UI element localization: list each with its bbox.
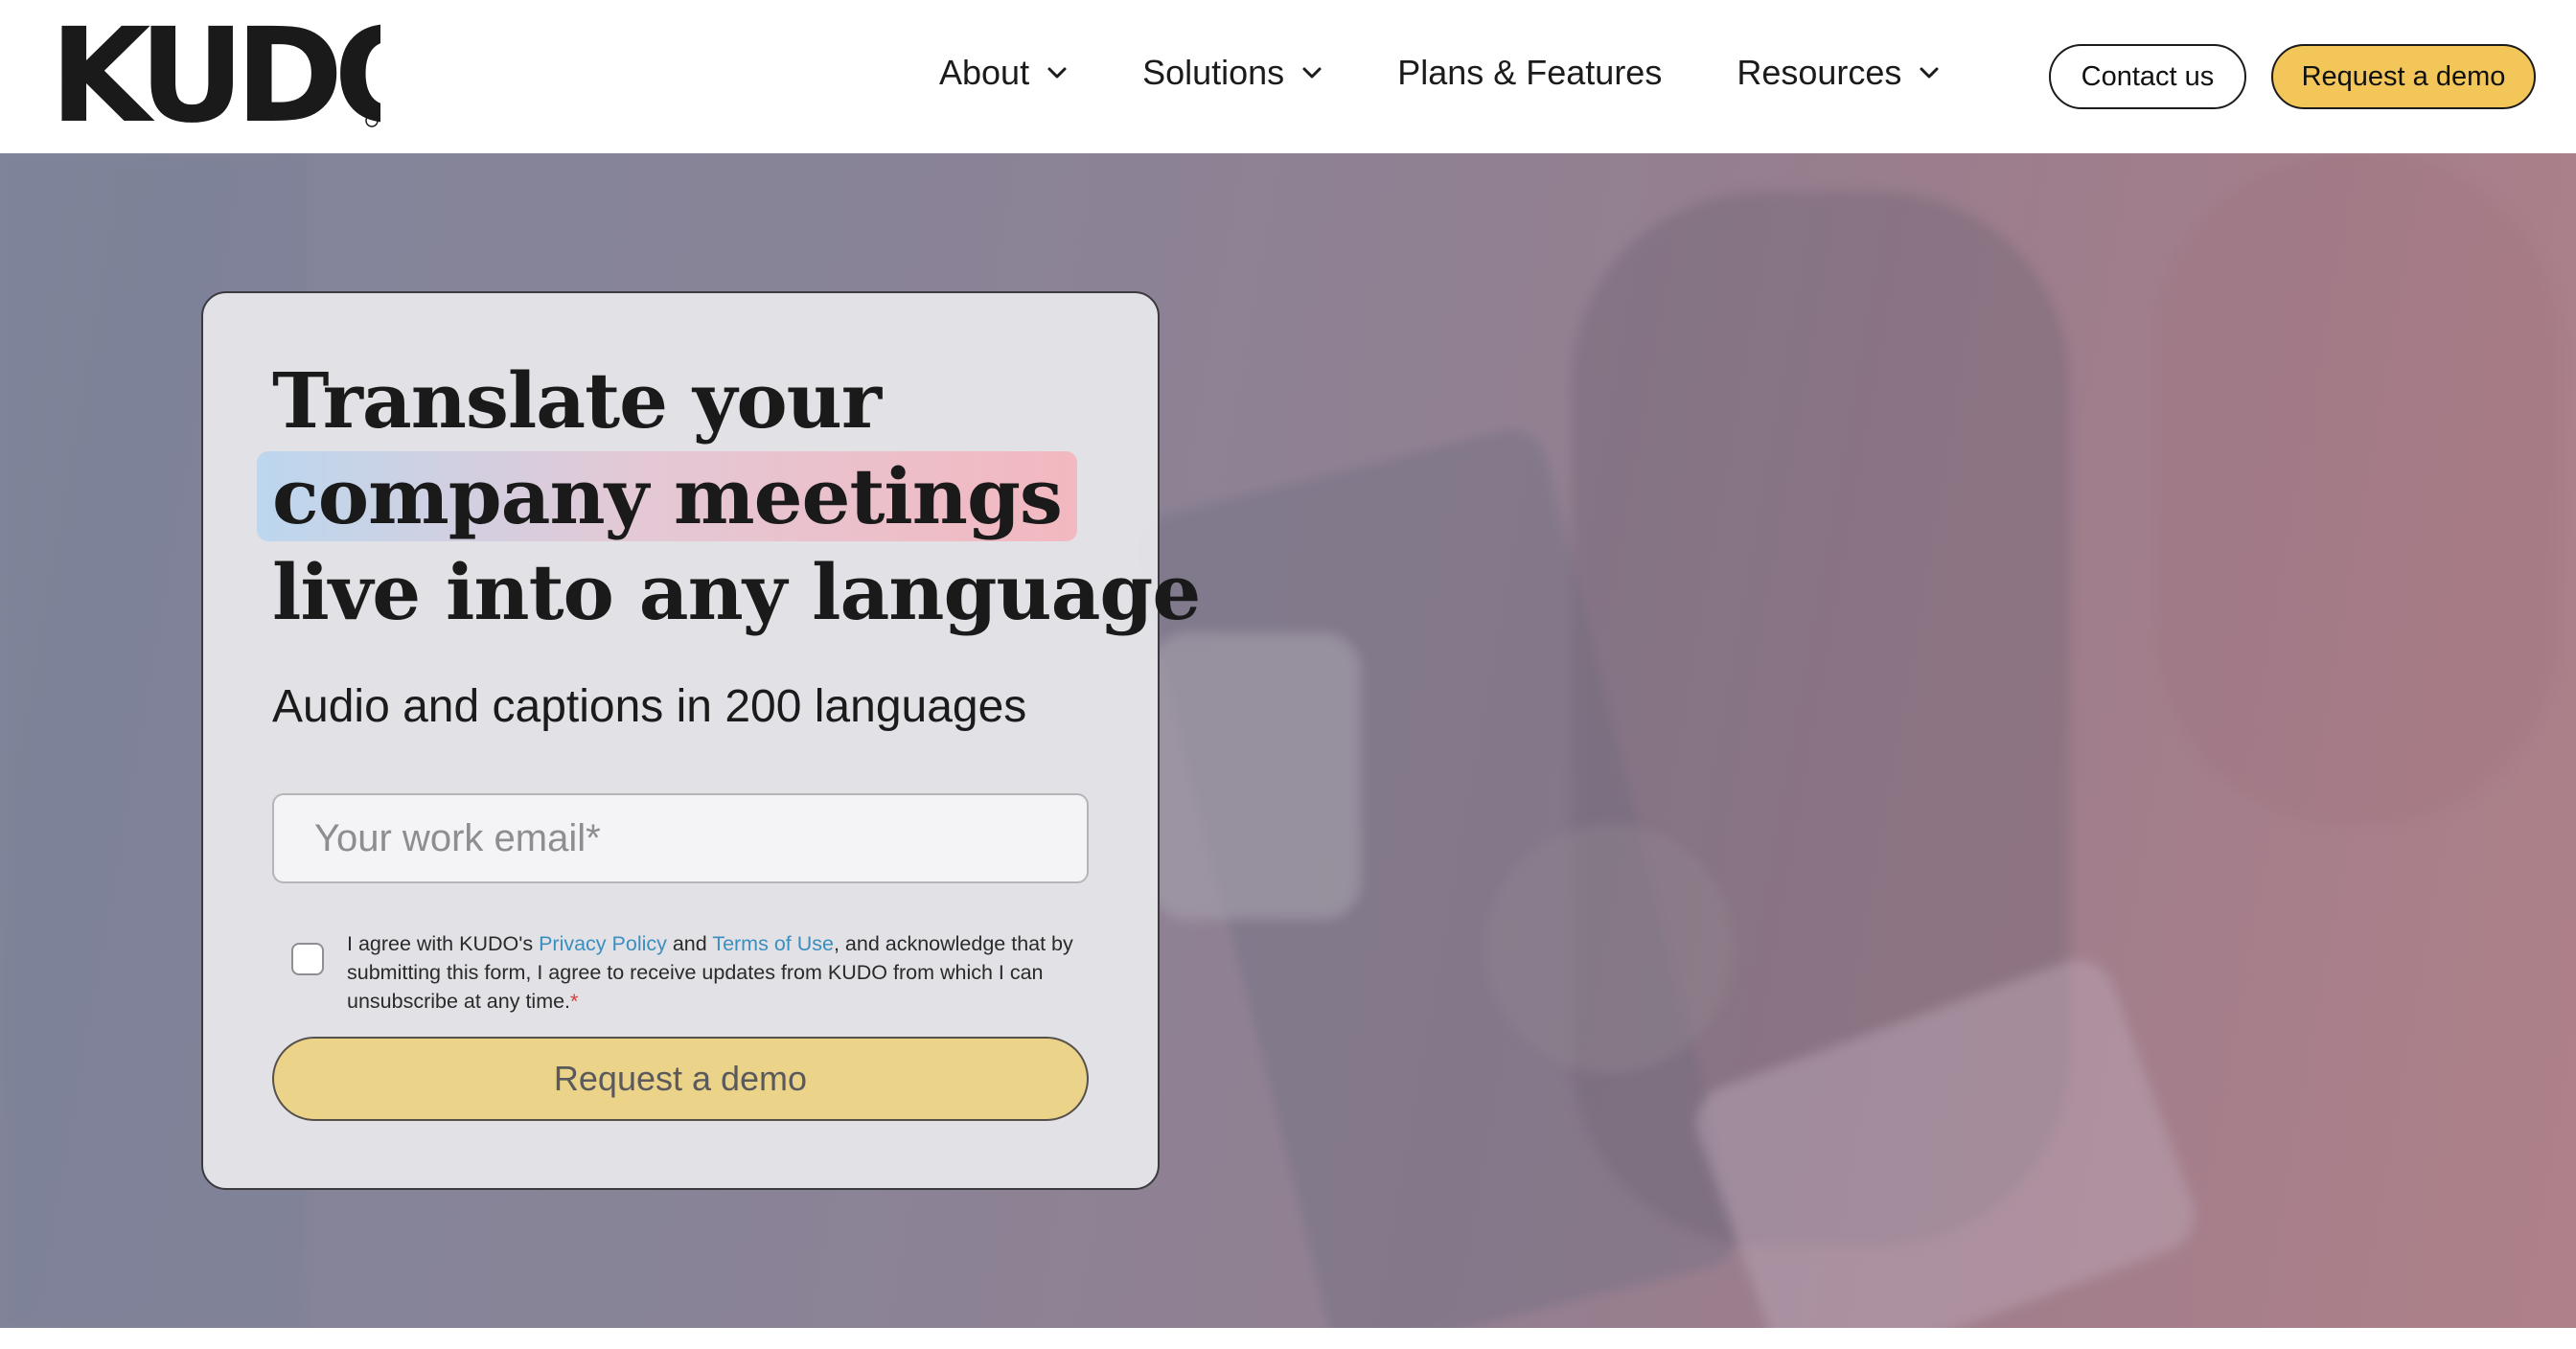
nav-item-resources-label: Resources — [1736, 53, 1902, 92]
nav-item-about[interactable]: About — [939, 53, 1068, 93]
hero-subheadline: Audio and captions in 200 languages — [272, 681, 1027, 732]
nav-item-solutions-label: Solutions — [1142, 53, 1285, 92]
consent-text-and: and — [666, 932, 713, 955]
chevron-down-icon — [1920, 67, 1939, 79]
nav-item-plans-features[interactable]: Plans & Features — [1397, 53, 1662, 93]
nav-item-about-label: About — [939, 53, 1030, 92]
request-demo-header-button[interactable]: Request a demo — [2271, 44, 2536, 109]
hero-section: Translate your company meetings live int… — [0, 153, 2576, 1328]
logo-wordmark: KUDO — [50, 21, 380, 128]
headline-highlight: company meetings — [257, 451, 1077, 541]
request-demo-submit-button[interactable]: Request a demo — [272, 1037, 1089, 1121]
kudo-logo-mark: KUDO — [50, 21, 380, 128]
main-nav: About Solutions Plans & Features Resourc… — [939, 38, 1940, 107]
consent-checkbox[interactable] — [291, 943, 324, 975]
nav-item-plans-features-label: Plans & Features — [1397, 53, 1663, 92]
terms-of-use-link[interactable]: Terms of Use — [712, 932, 834, 955]
required-asterisk: * — [570, 990, 579, 1013]
nav-item-solutions[interactable]: Solutions — [1142, 53, 1322, 93]
chevron-down-icon — [1302, 67, 1322, 79]
consent-text: I agree with KUDO's Privacy Policy and T… — [347, 929, 1087, 1016]
consent-text-before: I agree with KUDO's — [347, 932, 540, 955]
headline-line-1: Translate your — [272, 355, 882, 446]
hero-headline: Translate your company meetings live int… — [257, 353, 1201, 640]
demo-request-card: Translate your company meetings live int… — [201, 291, 1201, 1190]
page-bottom-strip — [0, 1328, 2576, 1349]
contact-us-button[interactable]: Contact us — [2049, 44, 2246, 109]
work-email-input[interactable] — [272, 793, 1089, 883]
chevron-down-icon — [1047, 67, 1067, 79]
kudo-logo[interactable]: KUDO — [50, 21, 380, 128]
headline-line-3: live into any language — [272, 547, 1201, 637]
site-header: KUDO About Solutions Plans & Features Re… — [0, 0, 2576, 153]
consent-row: I agree with KUDO's Privacy Policy and T… — [291, 929, 1087, 1016]
privacy-policy-link[interactable]: Privacy Policy — [539, 932, 667, 955]
nav-item-resources[interactable]: Resources — [1736, 53, 1940, 93]
